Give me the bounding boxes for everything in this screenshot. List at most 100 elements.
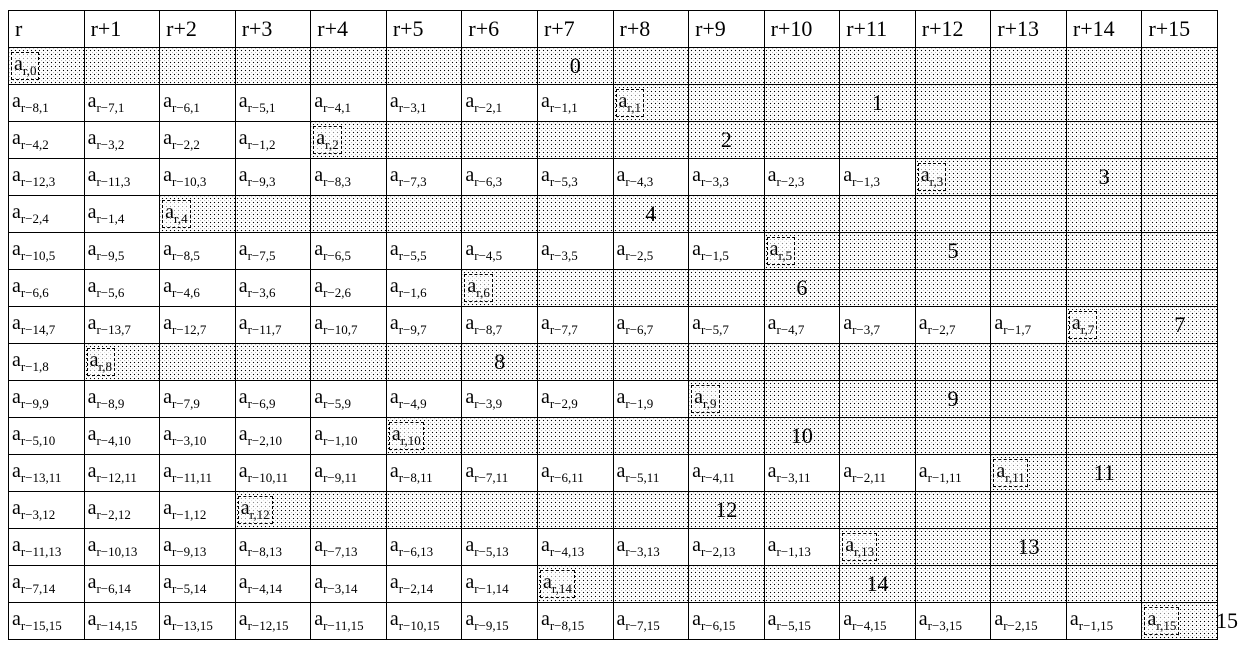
coef-label: ar−13,15 (162, 608, 214, 634)
cell-3-2: ar−10,3 (160, 159, 236, 196)
cell-4-9 (689, 196, 765, 233)
cell-11-8: ar−5,11 (613, 455, 689, 492)
cell-7-5: ar−9,7 (386, 307, 462, 344)
cell-3-15 (1142, 159, 1218, 196)
cell-5-4: ar−6,5 (311, 233, 387, 270)
cell-5-8: ar−2,5 (613, 233, 689, 270)
cell-0-13 (991, 48, 1067, 85)
cell-2-6 (462, 122, 538, 159)
cell-9-12: 9 (915, 381, 991, 418)
cell-4-15 (1142, 196, 1218, 233)
row-number: 4 (645, 201, 656, 227)
coef-label: ar−1,5 (691, 238, 730, 264)
cell-10-2: ar−3,10 (160, 418, 236, 455)
coef-label: ar−1,10 (313, 423, 358, 449)
coef-label: ar−13,11 (11, 460, 62, 486)
cell-13-9: ar−2,13 (689, 529, 765, 566)
cell-6-2: ar−4,6 (160, 270, 236, 307)
cell-5-2: ar−8,5 (160, 233, 236, 270)
cell-12-10 (764, 492, 840, 529)
cell-8-3 (235, 344, 311, 381)
col-5: r+5 (386, 11, 462, 48)
cell-2-11 (840, 122, 916, 159)
cell-12-0: ar−3,12 (9, 492, 85, 529)
cell-12-15 (1142, 492, 1218, 529)
cell-12-8 (613, 492, 689, 529)
cell-13-11: ar,13 (840, 529, 916, 566)
row-number: 2 (721, 127, 732, 153)
cell-12-12 (915, 492, 991, 529)
cell-3-3: ar−9,3 (235, 159, 311, 196)
coef-label: ar−2,11 (842, 460, 887, 486)
cell-8-7 (537, 344, 613, 381)
coef-label: ar−1,8 (11, 349, 50, 375)
cell-9-10 (764, 381, 840, 418)
cell-4-1: ar−1,4 (84, 196, 160, 233)
cell-14-11: 14 (840, 566, 916, 603)
cell-11-4: ar−9,11 (311, 455, 387, 492)
cell-6-14 (1066, 270, 1142, 307)
diag-label: ar,14 (540, 570, 575, 598)
cell-7-6: ar−8,7 (462, 307, 538, 344)
cell-10-0: ar−5,10 (9, 418, 85, 455)
cell-3-1: ar−11,3 (84, 159, 160, 196)
coef-label: ar−7,11 (464, 460, 509, 486)
cell-13-2: ar−9,13 (160, 529, 236, 566)
cell-15-15: ar,15 (1142, 603, 1218, 640)
cell-8-10 (764, 344, 840, 381)
coef-label: ar−4,5 (464, 238, 503, 264)
cell-8-11 (840, 344, 916, 381)
coef-label: ar−3,12 (11, 497, 56, 523)
cell-8-13 (991, 344, 1067, 381)
coef-label: ar−1,3 (842, 164, 881, 190)
coef-label: ar−4,11 (691, 460, 736, 486)
cell-4-2: ar,4 (160, 196, 236, 233)
coef-label: ar−7,1 (87, 90, 126, 116)
cell-0-8 (613, 48, 689, 85)
cell-13-5: ar−6,13 (386, 529, 462, 566)
cell-1-3: ar−5,1 (235, 85, 311, 122)
cell-11-2: ar−11,11 (160, 455, 236, 492)
col-4: r+4 (311, 11, 387, 48)
cell-15-11: ar−4,15 (840, 603, 916, 640)
coef-label: ar−12,11 (87, 460, 138, 486)
cell-9-4: ar−5,9 (311, 381, 387, 418)
cell-4-10 (764, 196, 840, 233)
coef-label: ar−9,3 (238, 164, 277, 190)
coef-label: ar−2,2 (162, 127, 201, 153)
coef-label: ar−6,14 (87, 571, 132, 597)
coef-label: ar−5,15 (767, 608, 812, 634)
cell-0-1 (84, 48, 160, 85)
cell-12-13 (991, 492, 1067, 529)
coef-label: ar−2,15 (993, 608, 1038, 634)
coef-label: ar−5,6 (87, 275, 126, 301)
cell-8-9 (689, 344, 765, 381)
coef-label: ar−2,4 (11, 201, 50, 227)
cell-0-3 (235, 48, 311, 85)
cell-11-1: ar−12,11 (84, 455, 160, 492)
table-row: ar−15,15ar−14,15ar−13,15ar−12,15ar−11,15… (9, 603, 1218, 640)
cell-15-2: ar−13,15 (160, 603, 236, 640)
row-number: 8 (494, 349, 505, 375)
row-number: 3 (1099, 164, 1110, 190)
col-10: r+10 (764, 11, 840, 48)
cell-6-4: ar−2,6 (311, 270, 387, 307)
coef-label: ar−11,7 (238, 312, 283, 338)
cell-2-13 (991, 122, 1067, 159)
cell-15-5: ar−10,15 (386, 603, 462, 640)
coef-label: ar−4,2 (11, 127, 50, 153)
cell-5-1: ar−9,5 (84, 233, 160, 270)
coef-label: ar−1,13 (767, 534, 812, 560)
coef-label: ar−3,13 (616, 534, 661, 560)
coef-label: ar−9,7 (389, 312, 428, 338)
cell-7-13: ar−1,7 (991, 307, 1067, 344)
cell-11-10: ar−3,11 (764, 455, 840, 492)
coef-label: ar−2,3 (767, 164, 806, 190)
coef-label: ar−7,5 (238, 238, 277, 264)
diag-label: ar,15 (1144, 607, 1179, 635)
cell-9-2: ar−7,9 (160, 381, 236, 418)
cell-2-8 (613, 122, 689, 159)
cell-7-0: ar−14,7 (9, 307, 85, 344)
cell-12-3: ar,12 (235, 492, 311, 529)
coef-label: ar−8,7 (464, 312, 503, 338)
